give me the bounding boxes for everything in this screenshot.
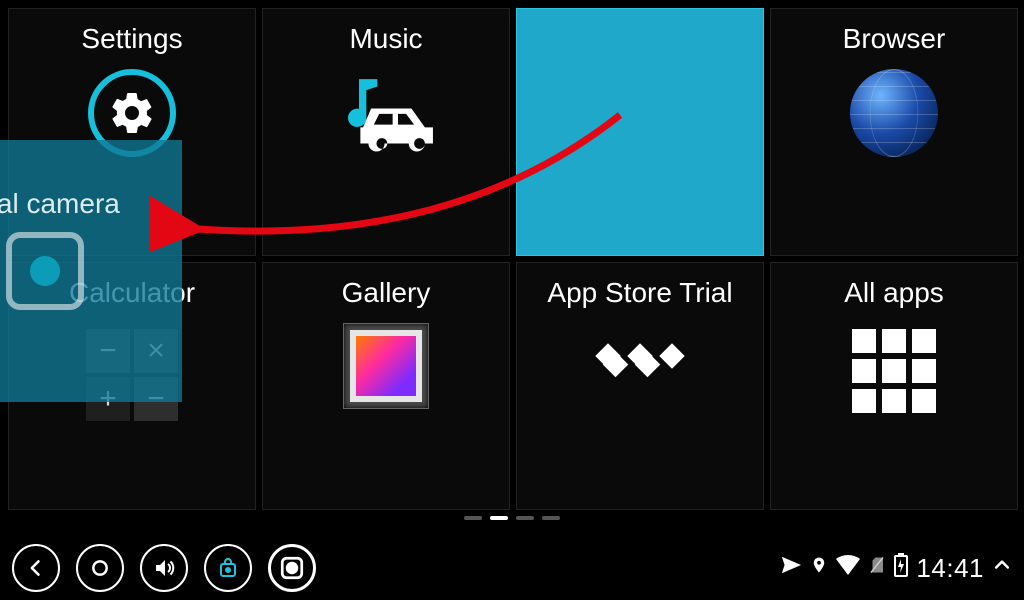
tile-music[interactable]: Music [262, 8, 510, 256]
all-apps-icon [771, 323, 1017, 509]
clock: 14:41 [916, 553, 984, 584]
tile-settings-label: Settings [81, 23, 182, 55]
navbar: 14:41 [0, 536, 1024, 600]
shop-button[interactable] [204, 544, 252, 592]
nav-left [12, 544, 316, 592]
tile-gallery[interactable]: Gallery [262, 262, 510, 510]
page-indicator [0, 516, 1024, 520]
page-dot[interactable] [542, 516, 560, 520]
volume-button[interactable] [140, 544, 188, 592]
tile-music-label: Music [349, 23, 422, 55]
no-sim-icon [868, 554, 886, 583]
location-send-icon [780, 554, 802, 583]
appstore-icon [517, 323, 763, 509]
camera-button[interactable] [268, 544, 316, 592]
battery-charging-icon [894, 553, 908, 584]
drag-ghost-label: rnal camera [0, 188, 120, 220]
tile-drag-source[interactable] [516, 8, 764, 256]
camera-icon [6, 232, 84, 310]
page-dot[interactable] [516, 516, 534, 520]
tile-gallery-label: Gallery [342, 277, 431, 309]
status-tray: 14:41 [780, 553, 1012, 584]
tile-browser[interactable]: Browser [770, 8, 1018, 256]
music-car-icon [263, 69, 509, 255]
tile-browser-label: Browser [843, 23, 946, 55]
page-dot-active[interactable] [490, 516, 508, 520]
home-button[interactable] [76, 544, 124, 592]
tile-appstore-label: App Store Trial [547, 277, 732, 309]
tile-allapps[interactable]: All apps [770, 262, 1018, 510]
drag-ghost-panel[interactable]: rnal camera [0, 140, 182, 402]
tile-allapps-label: All apps [844, 277, 944, 309]
tile-appstore[interactable]: App Store Trial [516, 262, 764, 510]
page-dot[interactable] [464, 516, 482, 520]
gallery-icon [263, 323, 509, 509]
globe-icon [771, 69, 1017, 255]
location-pin-icon [810, 554, 828, 583]
back-button[interactable] [12, 544, 60, 592]
wifi-icon [836, 554, 860, 582]
expand-up-icon[interactable] [992, 554, 1012, 582]
